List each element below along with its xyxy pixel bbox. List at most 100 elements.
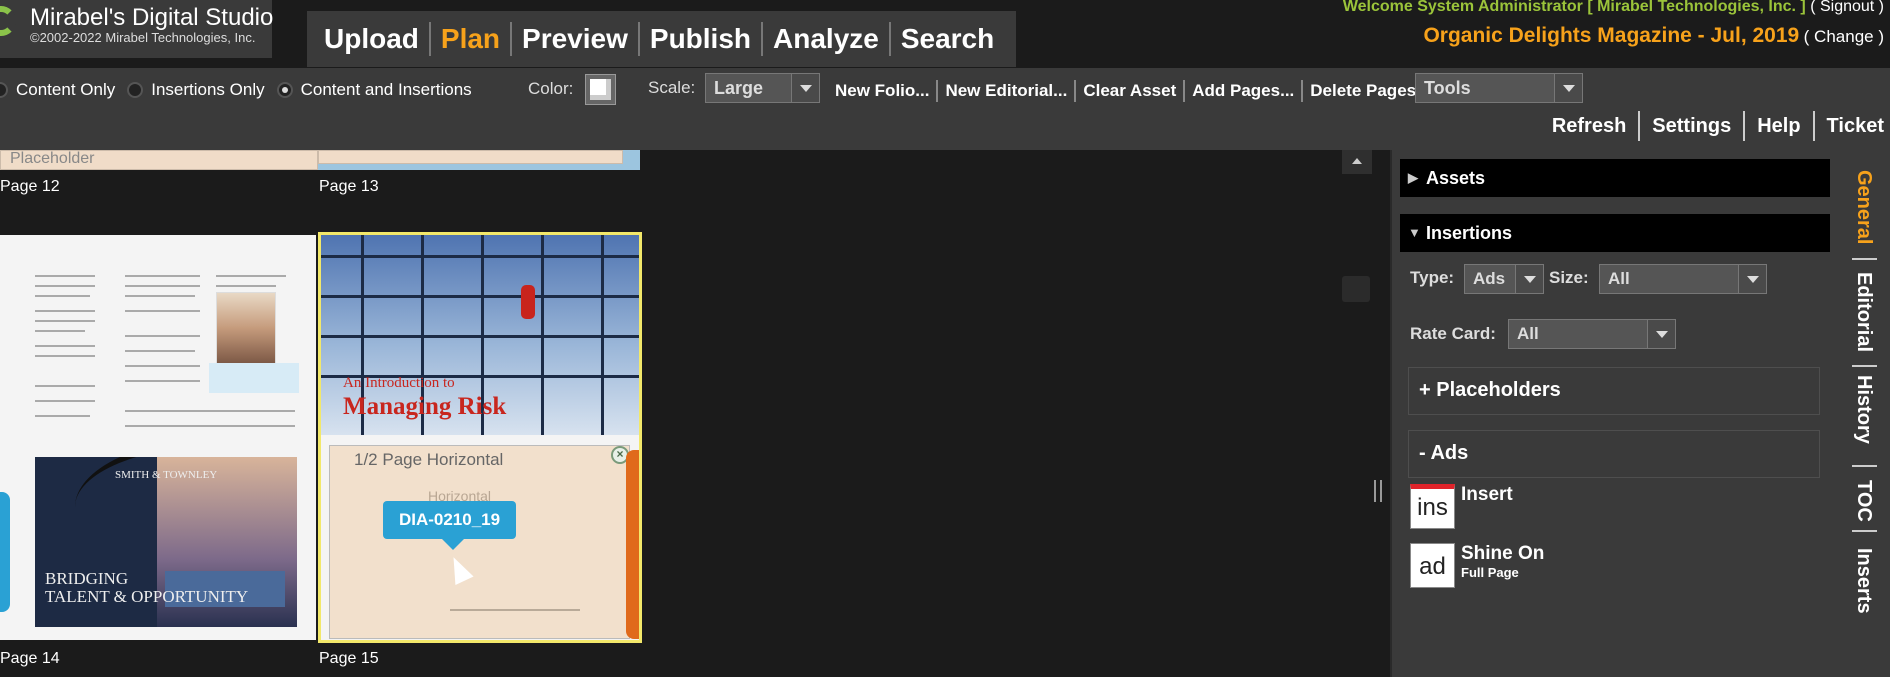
scale-value: Large [714,78,764,98]
color-picker[interactable] [585,74,616,105]
rate-card-select[interactable]: All [1508,319,1676,349]
insertions-section-header[interactable]: ▼ Insertions [1400,214,1830,252]
insert-icon: ins [1410,484,1455,529]
article-headline: Managing Risk [343,393,507,420]
ad-logo: SMITH & TOWNLEY [115,469,218,481]
main-nav: Upload Plan Preview Publish Analyze Sear… [307,11,1016,67]
new-editorial-button[interactable]: New Editorial... [938,80,1077,102]
add-pages-button[interactable]: Add Pages... [1185,80,1304,102]
chevron-down-icon [1738,265,1766,293]
radio-content-only[interactable] [0,82,8,98]
new-folio-button[interactable]: New Folio... [826,80,939,102]
refresh-button[interactable]: Refresh [1540,111,1641,141]
climber-figure [521,285,535,319]
placeholder-title: 1/2 Page Horizontal [354,450,504,469]
logo-icon [0,6,16,36]
nav-preview[interactable]: Preview [512,22,640,56]
issue-bar: Organic Delights Magazine - Jul, 2019 ( … [1423,24,1884,48]
tools-value: Tools [1424,78,1471,98]
ad-image-bridge: SMITH & TOWNLEY BRIDGING TALENT & OPPORT… [35,457,297,627]
page-14-edge [0,492,10,612]
welcome-text: Welcome System Administrator [ Mirabel T… [1342,0,1806,15]
panel-resize-handle[interactable] [1374,480,1382,502]
nav-analyze[interactable]: Analyze [763,22,891,56]
assets-section-header[interactable]: ▶ Assets [1400,159,1830,197]
radio-content-and-insertions[interactable] [276,82,293,98]
toolbar: Content Only Insertions Only Content and… [0,68,1890,150]
nav-search[interactable]: Search [891,22,1004,56]
page-actions: New Folio... New Editorial... Clear Asse… [826,80,1423,102]
page-14-thumbnail[interactable]: SMITH & TOWNLEY BRIDGING TALENT & OPPORT… [0,235,316,640]
page-13-thumbnail[interactable] [318,150,640,170]
ad-placeholder[interactable]: 1/2 Page Horizontal Horizontal × [329,445,630,639]
page-13-label: Page 13 [319,178,379,195]
type-value: Ads [1473,269,1506,288]
ad-item-insert[interactable]: ins Insert [1410,484,1513,529]
signout-link[interactable]: ( Signout ) [1810,0,1884,15]
brand-logo[interactable]: Mirabel's Digital Studio ©2002-2022 Mira… [0,0,273,58]
scale-select[interactable]: Large [705,73,820,103]
tab-divider [1852,258,1877,260]
ad-headline-2: TALENT & OPPORTUNITY [45,587,249,606]
page-canvas[interactable]: Placeholder Page 12 Page 13 SMITH & TOWN… [0,150,1390,677]
radio-insertions-only[interactable] [127,82,144,98]
chevron-down-icon [1554,74,1582,102]
page-15-edge [626,450,640,639]
chevron-down-icon [791,74,819,102]
clear-asset-button[interactable]: Clear Asset [1076,80,1186,102]
size-label: Size: [1549,268,1589,287]
label-content-only: Content Only [16,80,116,99]
tab-toc[interactable]: TOC [1852,480,1875,522]
nav-plan[interactable]: Plan [431,22,513,56]
assets-label: Assets [1426,168,1486,188]
settings-button[interactable]: Settings [1640,111,1746,141]
view-mode-group: Content Only Insertions Only Content and… [0,80,472,100]
page-12-thumbnail[interactable]: Placeholder [0,150,318,170]
placeholder-line [450,609,580,611]
rate-card-label: Rate Card: [1410,324,1496,343]
nav-upload[interactable]: Upload [324,22,431,56]
placeholder-text: Placeholder [10,150,95,167]
color-swatch-icon [590,79,611,100]
utility-actions: Refresh Settings Help Ticket [1540,111,1890,141]
nav-publish[interactable]: Publish [640,22,764,56]
ad-name: Insert [1461,484,1513,505]
ad-id-tooltip: DIA-0210_19 [383,501,516,550]
help-button[interactable]: Help [1745,111,1815,141]
right-panel: ▶ Assets ▼ Insertions Type: Ads Size: Al… [1390,150,1840,677]
change-issue-link[interactable]: ( Change ) [1804,27,1884,46]
type-label: Type: [1410,268,1455,287]
sidebar-box [209,363,299,393]
tab-editorial[interactable]: Editorial [1852,272,1875,352]
issue-name: Organic Delights Magazine - Jul, 2019 [1423,24,1800,47]
brand-copyright: ©2002-2022 Mirabel Technologies, Inc. [30,30,256,45]
portrait-photo [216,292,276,372]
ad-name: Shine On [1461,543,1545,564]
size-select[interactable]: All [1599,264,1767,294]
ticket-button[interactable]: Ticket [1815,111,1890,141]
delete-pages-button[interactable]: Delete Pages [1303,80,1423,102]
scroll-thumb[interactable] [1342,276,1370,302]
tab-history[interactable]: History [1852,375,1875,444]
tab-divider [1852,530,1877,532]
page-13-placeholder [318,150,623,164]
article-kicker: An Introduction to [343,375,455,391]
tab-general[interactable]: General [1852,170,1875,244]
page-15-label: Page 15 [319,650,379,667]
size-value: All [1608,269,1630,288]
ad-size: Full Page [1461,565,1519,580]
welcome-bar: Welcome System Administrator [ Mirabel T… [1343,0,1884,16]
color-label: Color: [528,79,574,98]
scroll-up-button[interactable] [1342,150,1372,174]
insertions-label: Insertions [1426,223,1513,243]
app-root: Mirabel's Digital Studio ©2002-2022 Mira… [0,0,1890,677]
ads-toggle[interactable]: - Ads [1408,430,1820,478]
tools-select[interactable]: Tools [1415,73,1583,103]
type-select[interactable]: Ads [1464,264,1544,294]
chevron-down-icon [1515,265,1543,293]
page-12-label: Page 12 [0,178,60,195]
scale-label: Scale: [648,78,696,97]
placeholders-toggle[interactable]: + Placeholders [1408,367,1820,415]
tab-inserts[interactable]: Inserts [1852,548,1875,614]
ad-item-shine-on[interactable]: ad Shine On Full Page [1410,543,1544,588]
